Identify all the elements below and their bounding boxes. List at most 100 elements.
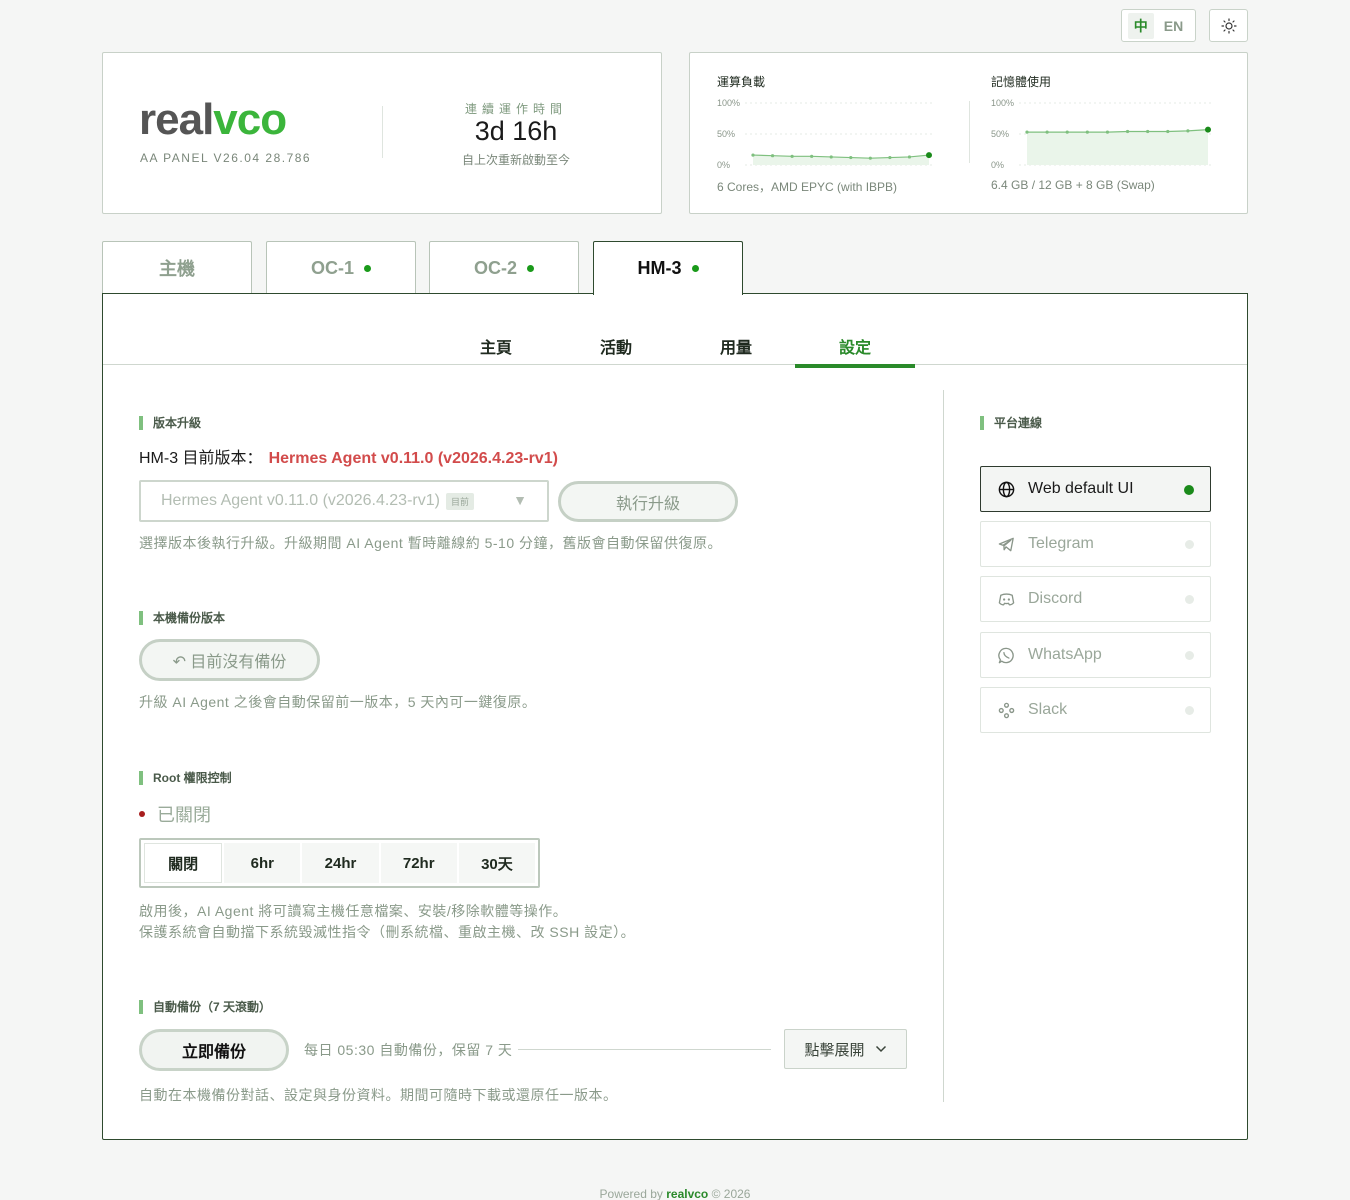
- connection-status-dot: [1185, 706, 1194, 715]
- subtab-activity[interactable]: 活動: [556, 326, 676, 368]
- memory-usage-chart: 100% 50% 0%: [991, 98, 1214, 170]
- host-tab-oc-1[interactable]: OC-1: [266, 241, 416, 294]
- lang-en-option[interactable]: EN: [1158, 15, 1189, 37]
- subtab-settings[interactable]: 設定: [795, 326, 915, 368]
- data-point: [790, 154, 794, 158]
- footer-prefix: Powered by: [599, 1187, 663, 1200]
- root-option-off[interactable]: 關閉: [144, 843, 223, 883]
- current-version-value: Hermes Agent v0.11.0 (v2026.4.23-rv1): [268, 450, 558, 467]
- divider: [969, 101, 970, 163]
- host-tab-main[interactable]: 主機: [102, 241, 252, 294]
- globe-icon: [998, 481, 1015, 497]
- data-point: [751, 153, 755, 157]
- footer: Powered by realvco © 2026: [0, 1187, 1350, 1200]
- logo: realvco: [139, 95, 287, 144]
- platform-label: Discord: [1028, 590, 1083, 607]
- data-point: [926, 152, 932, 159]
- discord-icon: [998, 592, 1015, 605]
- status-dot: [139, 811, 145, 817]
- run-upgrade-button[interactable]: 執行升級: [558, 481, 738, 522]
- data-point: [1045, 130, 1049, 134]
- section-heading-platforms: 平台連線: [980, 416, 1042, 430]
- stats-card: 運算負載 100% 50% 0% 6 Cores，AMD EPYC (with IB…: [689, 52, 1248, 214]
- lang-zh-option[interactable]: 中: [1127, 12, 1154, 39]
- dropdown-caret-icon: ▼: [513, 492, 527, 508]
- host-tab-label: 主機: [159, 259, 195, 279]
- connection-status-dot: [1184, 485, 1194, 495]
- backup-now-button[interactable]: 立即備份: [139, 1029, 289, 1071]
- platform-slack[interactable]: Slack: [980, 687, 1211, 733]
- y-tick-label: 0%: [991, 160, 1004, 170]
- platform-label: Web default UI: [1028, 480, 1134, 497]
- theme-toggle-button[interactable]: [1209, 9, 1248, 42]
- telegram-icon: [998, 537, 1014, 551]
- platform-label: Slack: [1028, 701, 1068, 718]
- platform-label: WhatsApp: [1028, 646, 1102, 663]
- data-point: [810, 154, 814, 158]
- current-tag: 目前: [445, 492, 474, 510]
- platform-label: Telegram: [1028, 535, 1094, 552]
- cpu-info: 6 Cores，AMD EPYC (with IBPB): [717, 180, 898, 194]
- data-point: [1085, 130, 1089, 134]
- platform-telegram[interactable]: Telegram: [980, 521, 1211, 567]
- root-option-30d[interactable]: 30天: [458, 843, 536, 883]
- upgrade-note: 選擇版本後執行升級。升級期間 AI Agent 暫時離線約 5-10 分鐘，舊版…: [139, 535, 723, 551]
- root-note-1: 啟用後，AI Agent 將可讀寫主機任意檔案、安裝/移除軟體等操作。: [139, 903, 568, 919]
- current-version-label: HM-3 目前版本：: [139, 450, 263, 467]
- uptime-subtitle: 自上次重新啟動至今: [461, 153, 570, 167]
- footer-copyright: © 2026: [711, 1187, 751, 1200]
- connection-status-dot: [1185, 595, 1194, 604]
- root-option-72hr[interactable]: 72hr: [380, 843, 457, 883]
- section-heading-auto-backup: 自動備份（7 天滾動）: [139, 1000, 271, 1014]
- host-tab-hm-3[interactable]: HM-3: [593, 241, 743, 295]
- data-point: [1105, 130, 1110, 134]
- root-status-text: 已關閉: [157, 805, 211, 825]
- uptime-value: 3d 16h: [474, 116, 558, 146]
- y-tick-label: 50%: [717, 129, 735, 139]
- root-note-2: 保護系統會自動擋下系統毀滅性指令（刪系統檔、重啟主機、改 SSH 設定）。: [139, 924, 636, 940]
- backup-version-note: 升級 AI Agent 之後會自動保留前一版本，5 天內可一鍵復原。: [139, 694, 537, 710]
- chevron-down-icon: [875, 1045, 886, 1053]
- expand-button[interactable]: 點擊展開: [784, 1029, 907, 1069]
- version-select[interactable]: Hermes Agent v0.11.0 (v2026.4.23-rv1) 目前…: [139, 480, 549, 522]
- slack-icon: [998, 702, 1015, 718]
- host-panel: 主頁 活動 用量 設定 版本升級 HM-3 目前版本： Hermes Agent …: [102, 293, 1248, 1140]
- root-status: 已關閉: [139, 801, 211, 827]
- data-point: [1025, 130, 1029, 134]
- memory-usage-title: 記憶體使用: [991, 75, 1052, 89]
- data-point: [829, 155, 833, 159]
- data-point: [849, 155, 853, 160]
- brand-card: realvco AA PANEL V26.04 28.786 連續運作時間 3d…: [102, 52, 662, 214]
- host-tab-label: HM-3: [637, 258, 682, 278]
- section-heading-upgrade: 版本升級: [139, 416, 201, 430]
- section-heading-backup-version: 本機備份版本: [139, 611, 225, 625]
- section-heading-root: Root 權限控制: [139, 771, 232, 785]
- expand-label: 點擊展開: [804, 1041, 865, 1059]
- data-point: [1146, 129, 1150, 134]
- divider: [518, 1049, 771, 1050]
- root-option-6hr[interactable]: 6hr: [224, 843, 301, 883]
- column-divider: [943, 390, 944, 1102]
- subtab-home[interactable]: 主頁: [436, 326, 556, 368]
- panel-version: AA PANEL V26.04 28.786: [140, 151, 312, 165]
- online-status-dot: [691, 265, 699, 272]
- no-backup-button[interactable]: ↶ 目前沒有備份: [139, 639, 320, 681]
- root-option-24hr[interactable]: 24hr: [302, 843, 379, 883]
- series-area: [1027, 129, 1208, 165]
- cpu-load-chart: 100% 50% 0%: [717, 98, 935, 170]
- version-select-value: Hermes Agent v0.11.0 (v2026.4.23-rv1): [161, 492, 440, 509]
- subtab-usage[interactable]: 用量: [676, 326, 796, 368]
- host-tab-oc-2[interactable]: OC-2: [429, 241, 579, 294]
- memory-info: 6.4 GB / 12 GB + 8 GB (Swap): [991, 178, 1155, 192]
- language-switch[interactable]: 中 EN: [1121, 9, 1196, 42]
- platform-discord[interactable]: Discord: [980, 576, 1211, 622]
- y-tick-label: 0%: [717, 160, 730, 170]
- uptime-label: 連續運作時間: [464, 102, 567, 116]
- data-point: [1166, 129, 1170, 134]
- sun-icon: [1220, 17, 1237, 34]
- platform-web-ui[interactable]: Web default UI: [980, 466, 1211, 512]
- footer-brand[interactable]: realvco: [666, 1187, 708, 1200]
- platform-whatsapp[interactable]: WhatsApp: [980, 632, 1211, 678]
- whatsapp-icon: [998, 647, 1014, 663]
- data-point: [1125, 129, 1130, 134]
